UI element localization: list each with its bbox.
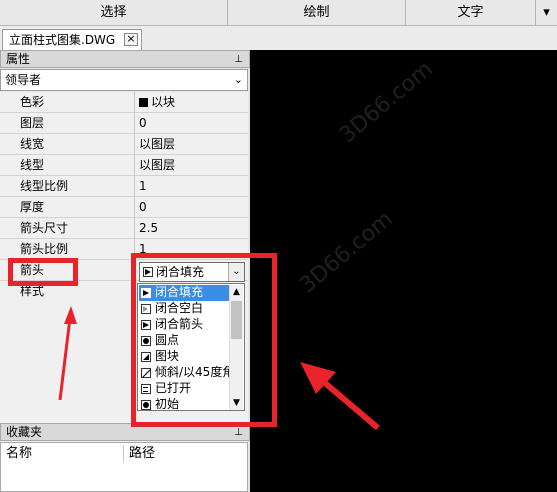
prop-label: 箭头比例: [0, 239, 135, 260]
prop-value[interactable]: 以图层: [136, 134, 244, 155]
prop-value-text: 以块: [151, 95, 176, 109]
document-tab-bar: 立面柱式图集.DWG ×: [0, 26, 557, 50]
annotation-box-dropdown: [131, 253, 277, 427]
prop-value[interactable]: 1: [136, 176, 244, 197]
prop-value[interactable]: 以块: [136, 92, 244, 113]
color-swatch: [139, 98, 148, 107]
prop-value[interactable]: 0: [136, 113, 244, 134]
prop-row-thickness[interactable]: 厚度 0: [0, 197, 248, 218]
menu-bar: 选择 绘制 文字 ▾: [0, 0, 557, 26]
watermark: 3D66.com: [295, 206, 398, 299]
pin-icon[interactable]: ⊥: [234, 52, 243, 68]
favorites-column-path[interactable]: 路径: [129, 445, 229, 463]
menu-overflow-icon[interactable]: ▾: [536, 0, 557, 26]
properties-panel-header: 属性 ⊥: [0, 50, 250, 68]
prop-value[interactable]: 2.5: [136, 218, 244, 239]
prop-row-color[interactable]: 色彩 以块: [0, 92, 248, 113]
annotation-box-arrow-label: [8, 258, 78, 286]
prop-row-linetype[interactable]: 线型 以图层: [0, 155, 248, 176]
prop-value[interactable]: 0: [136, 197, 244, 218]
chevron-down-icon[interactable]: ⌄: [234, 70, 243, 90]
object-type-select[interactable]: 领导者 ⌄: [0, 69, 248, 91]
object-type-value: 领导者: [5, 73, 42, 87]
prop-row-lineweight[interactable]: 线宽 以图层: [0, 134, 248, 155]
menu-draw[interactable]: 绘制: [228, 0, 406, 26]
prop-row-arrow-size[interactable]: 箭头尺寸 2.5: [0, 218, 248, 239]
prop-label: 线型: [0, 155, 135, 176]
prop-label: 色彩: [0, 92, 135, 113]
favorites-column-name[interactable]: 名称: [6, 445, 124, 463]
prop-label: 箭头尺寸: [0, 218, 135, 239]
prop-label: 厚度: [0, 197, 135, 218]
watermark: 3D66.com: [335, 56, 438, 149]
favorites-title: 收藏夹: [6, 425, 43, 439]
document-tab-label: 立面柱式图集.DWG: [9, 33, 116, 47]
prop-row-linetype-scale[interactable]: 线型比例 1: [0, 176, 248, 197]
prop-label: 线宽: [0, 134, 135, 155]
favorites-list: 名称 路径: [0, 442, 248, 492]
prop-row-layer[interactable]: 图层 0: [0, 113, 248, 134]
document-tab[interactable]: 立面柱式图集.DWG ×: [2, 29, 142, 50]
pin-icon[interactable]: ⊥: [234, 425, 243, 441]
prop-value[interactable]: 以图层: [136, 155, 244, 176]
menu-text[interactable]: 文字: [406, 0, 536, 26]
menu-select[interactable]: 选择: [0, 0, 228, 26]
drawing-canvas[interactable]: 3D66.com 3D66.com: [250, 50, 557, 492]
prop-label: 线型比例: [0, 176, 135, 197]
prop-label: 图层: [0, 113, 135, 134]
close-icon[interactable]: ×: [124, 33, 138, 46]
properties-title: 属性: [6, 52, 31, 66]
